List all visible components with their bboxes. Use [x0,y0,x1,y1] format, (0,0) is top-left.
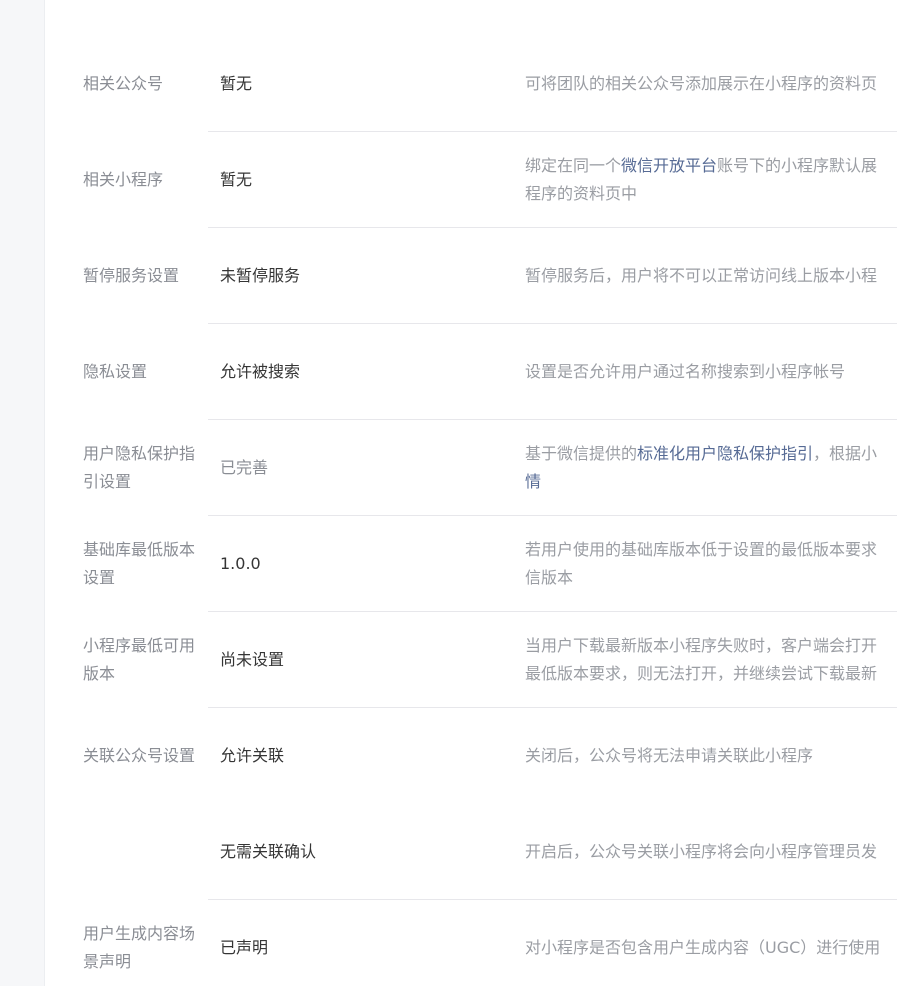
description-text: 账号下的小程序默认展 [717,155,878,175]
setting-label: 相关小程序 [83,169,164,189]
setting-row-privacy-guide: 用户隐私保护指引设置 已完善 基于微信提供的标准化用户隐私保护指引，根据小 情 [83,420,897,516]
setting-value: 无需关联确认 [220,841,317,861]
setting-description: 关闭后，公众号将无法申请关联此小程序 [525,708,897,803]
description-text-line2: 程序的资料页中 [525,183,638,203]
description-text: ，根据小 [813,443,878,463]
setting-description: 绑定在同一个微信开放平台账号下的小程序默认展 程序的资料页中 [525,132,897,227]
description-text-line2: 信版本 [525,567,574,587]
setting-value: 已声明 [220,937,269,957]
description-text: 暂停服务后，用户将不可以正常访问线上版本小程 [525,265,878,285]
setting-row-min-available-version: 小程序最低可用版本 尚未设置 当用户下载最新版本小程序失败时，客户端会打开 最低… [83,612,897,708]
description-text: 当用户下载最新版本小程序失败时，客户端会打开 [525,635,878,655]
setting-row-related-official-account: 相关公众号 暂无 可将团队的相关公众号添加展示在小程序的资料页 [83,36,897,132]
setting-label [83,804,195,899]
wechat-open-platform-link[interactable]: 微信开放平台 [621,156,717,175]
description-text: 关闭后，公众号将无法申请关联此小程序 [525,745,814,765]
setting-value: 1.0.0 [220,553,261,573]
setting-row-min-base-library: 基础库最低版本设置 1.0.0 若用户使用的基础库版本低于设置的最低版本要求 信… [83,516,897,612]
setting-row-link-official-account: 关联公众号设置 允许关联 关闭后，公众号将无法申请关联此小程序 [83,708,897,804]
setting-description: 暂停服务后，用户将不可以正常访问线上版本小程 [525,228,897,323]
left-sidebar-rail [0,0,45,986]
setting-row-pause-service: 暂停服务设置 未暂停服务 暂停服务后，用户将不可以正常访问线上版本小程 [83,228,897,324]
setting-value: 尚未设置 [220,649,285,669]
details-link[interactable]: 情 [525,472,541,491]
setting-description: 对小程序是否包含用户生成内容（UGC）进行使用 [525,900,897,995]
setting-value: 暂无 [220,169,253,189]
setting-row-privacy: 隐私设置 允许被搜索 设置是否允许用户通过名称搜索到小程序帐号 [83,324,897,420]
description-text: 设置是否允许用户通过名称搜索到小程序帐号 [525,361,846,381]
description-text: 开启后，公众号关联小程序将会向小程序管理员发 [525,841,878,861]
description-text-line2: 最低版本要求，则无法打开，并继续尝试下载最新 [525,663,878,683]
setting-description: 基于微信提供的标准化用户隐私保护指引，根据小 情 [525,420,897,515]
setting-label: 暂停服务设置 [83,265,180,285]
setting-description: 当用户下载最新版本小程序失败时，客户端会打开 最低版本要求，则无法打开，并继续尝… [525,612,897,707]
description-text: 若用户使用的基础库版本低于设置的最低版本要求 [525,539,878,559]
setting-row-related-mini-program: 相关小程序 暂无 绑定在同一个微信开放平台账号下的小程序默认展 程序的资料页中 [83,132,897,228]
setting-label: 用户生成内容场景声明 [83,923,196,971]
setting-description: 可将团队的相关公众号添加展示在小程序的资料页 [525,36,897,131]
description-text: 绑定在同一个 [525,155,622,175]
setting-label: 小程序最低可用版本 [83,635,196,683]
setting-value: 已完善 [220,457,269,477]
setting-label: 基础库最低版本设置 [83,539,196,587]
setting-value: 允许被搜索 [220,361,301,381]
setting-description: 设置是否允许用户通过名称搜索到小程序帐号 [525,324,897,419]
setting-description: 若用户使用的基础库版本低于设置的最低版本要求 信版本 [525,516,897,611]
setting-label: 用户隐私保护指引设置 [83,443,196,491]
setting-label: 隐私设置 [83,361,148,381]
description-text: 对小程序是否包含用户生成内容（UGC）进行使用 [525,937,881,957]
setting-value: 允许关联 [220,745,285,765]
privacy-guide-link[interactable]: 标准化用户隐私保护指引 [637,444,813,463]
setting-value: 暂无 [220,73,253,93]
setting-label: 关联公众号设置 [83,745,196,765]
setting-label: 相关公众号 [83,73,164,93]
settings-table: 相关公众号 暂无 可将团队的相关公众号添加展示在小程序的资料页 相关小程序 暂无… [83,36,897,996]
setting-row-link-confirmation: 无需关联确认 开启后，公众号关联小程序将会向小程序管理员发 [83,804,897,900]
description-text: 基于微信提供的 [525,443,638,463]
setting-description: 开启后，公众号关联小程序将会向小程序管理员发 [525,804,897,899]
setting-value: 未暂停服务 [220,265,301,285]
description-text: 可将团队的相关公众号添加展示在小程序的资料页 [525,73,878,93]
setting-row-ugc-declaration: 用户生成内容场景声明 已声明 对小程序是否包含用户生成内容（UGC）进行使用 [83,900,897,996]
